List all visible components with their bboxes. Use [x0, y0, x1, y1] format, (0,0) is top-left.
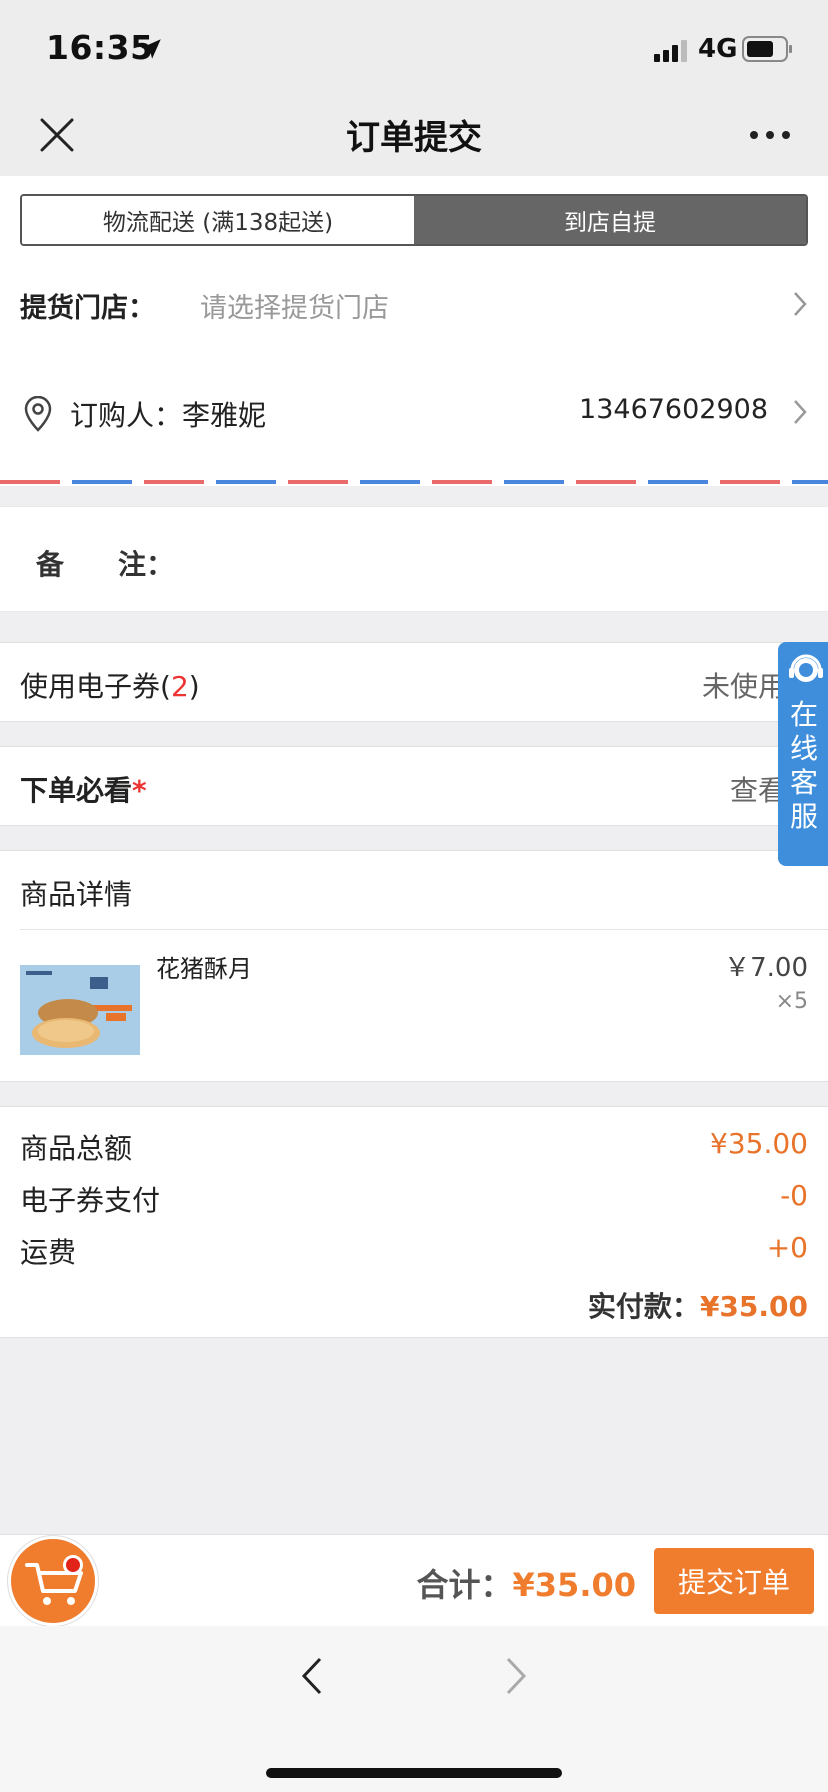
cart-button[interactable]	[8, 1536, 98, 1626]
product-image[interactable]	[20, 965, 140, 1055]
delivery-section: 物流配送 (满138起送) 到店自提 提货门店： 请选择提货门店 订购人：李雅妮…	[0, 176, 828, 486]
shipping-value: +0	[766, 1231, 808, 1264]
coupon-label: 使用电子券(2)	[20, 670, 200, 703]
location-pin-icon	[24, 396, 52, 432]
browser-nav	[0, 1626, 828, 1792]
cart-badge	[63, 1555, 83, 1575]
coupon-count: 2	[170, 670, 189, 703]
headset-icon	[789, 654, 823, 682]
coupon-status: 未使用	[701, 670, 786, 703]
remark-label-right: 注：	[118, 548, 175, 581]
coupon-pay-label: 电子券支付	[20, 1184, 161, 1217]
notice-row[interactable]: 下单必看* 查看	[0, 746, 828, 826]
paid-total: 实付款：¥35.00	[587, 1290, 808, 1323]
chevron-right-icon	[794, 292, 807, 316]
buyer-name: 订购人：李雅妮	[70, 399, 267, 432]
store-select-row[interactable]: 提货门店： 请选择提货门店	[0, 254, 828, 354]
paid-amount: ¥35.00	[699, 1290, 808, 1323]
divider	[20, 929, 828, 930]
submit-order-button[interactable]: 提交订单	[654, 1548, 814, 1614]
shipping-label: 运费	[20, 1236, 77, 1269]
coupon-pay-value: -0	[780, 1179, 808, 1212]
network-type: 4G	[698, 34, 738, 64]
remark-label-left: 备	[36, 548, 67, 581]
subtotal-label: 商品总额	[20, 1132, 133, 1165]
delivery-toggle: 物流配送 (满138起送) 到店自提	[20, 194, 808, 246]
tab-pickup[interactable]: 到店自提	[414, 196, 806, 244]
checkout-total: 合计：¥35.00	[416, 1566, 637, 1604]
coupon-row[interactable]: 使用电子券(2) 未使用	[0, 642, 828, 722]
notice-label: 下单必看*	[20, 774, 147, 807]
checkout-total-amount: ¥35.00	[512, 1566, 636, 1604]
chevron-right-icon	[794, 400, 807, 424]
product-quantity: ×5	[775, 989, 808, 1014]
customer-service-button[interactable]: 在线客服	[778, 642, 828, 866]
page-title: 订单提交	[346, 118, 482, 158]
forward-arrow-icon[interactable]	[504, 1656, 528, 1696]
order-page: 物流配送 (满138起送) 到店自提 提货门店： 请选择提货门店 订购人：李雅妮…	[0, 176, 828, 1534]
remark-row[interactable]: 备 注：	[0, 506, 828, 612]
back-arrow-icon[interactable]	[300, 1656, 324, 1696]
nav-bar: 订单提交	[0, 96, 828, 176]
product-price: ￥7.00	[724, 953, 808, 983]
required-mark: *	[132, 774, 147, 807]
home-indicator	[266, 1768, 562, 1778]
store-placeholder: 请选择提货门店	[200, 293, 389, 324]
signal-icon	[654, 40, 687, 62]
more-icon[interactable]	[746, 120, 794, 150]
status-bar: 16:35 4G	[0, 0, 828, 96]
product-name: 花猪酥月	[156, 955, 252, 983]
price-summary: 商品总额 ¥35.00 电子券支付 -0 运费 +0 实付款：¥35.00	[0, 1106, 828, 1338]
location-arrow-icon	[141, 39, 161, 59]
customer-service-label: 在线客服	[789, 698, 818, 833]
buyer-phone: 13467602908	[579, 394, 768, 425]
goods-title: 商品详情	[20, 878, 133, 911]
tab-logistics[interactable]: 物流配送 (满138起送)	[22, 196, 414, 244]
battery-icon	[742, 36, 792, 62]
buyer-row[interactable]: 订购人：李雅妮 13467602908	[0, 362, 828, 462]
airmail-divider	[0, 480, 828, 484]
subtotal-value: ¥35.00	[710, 1127, 808, 1160]
store-label: 提货门店：	[20, 293, 155, 324]
goods-section: 商品详情 花猪酥月 ￥7.00 ×5	[0, 850, 828, 1082]
